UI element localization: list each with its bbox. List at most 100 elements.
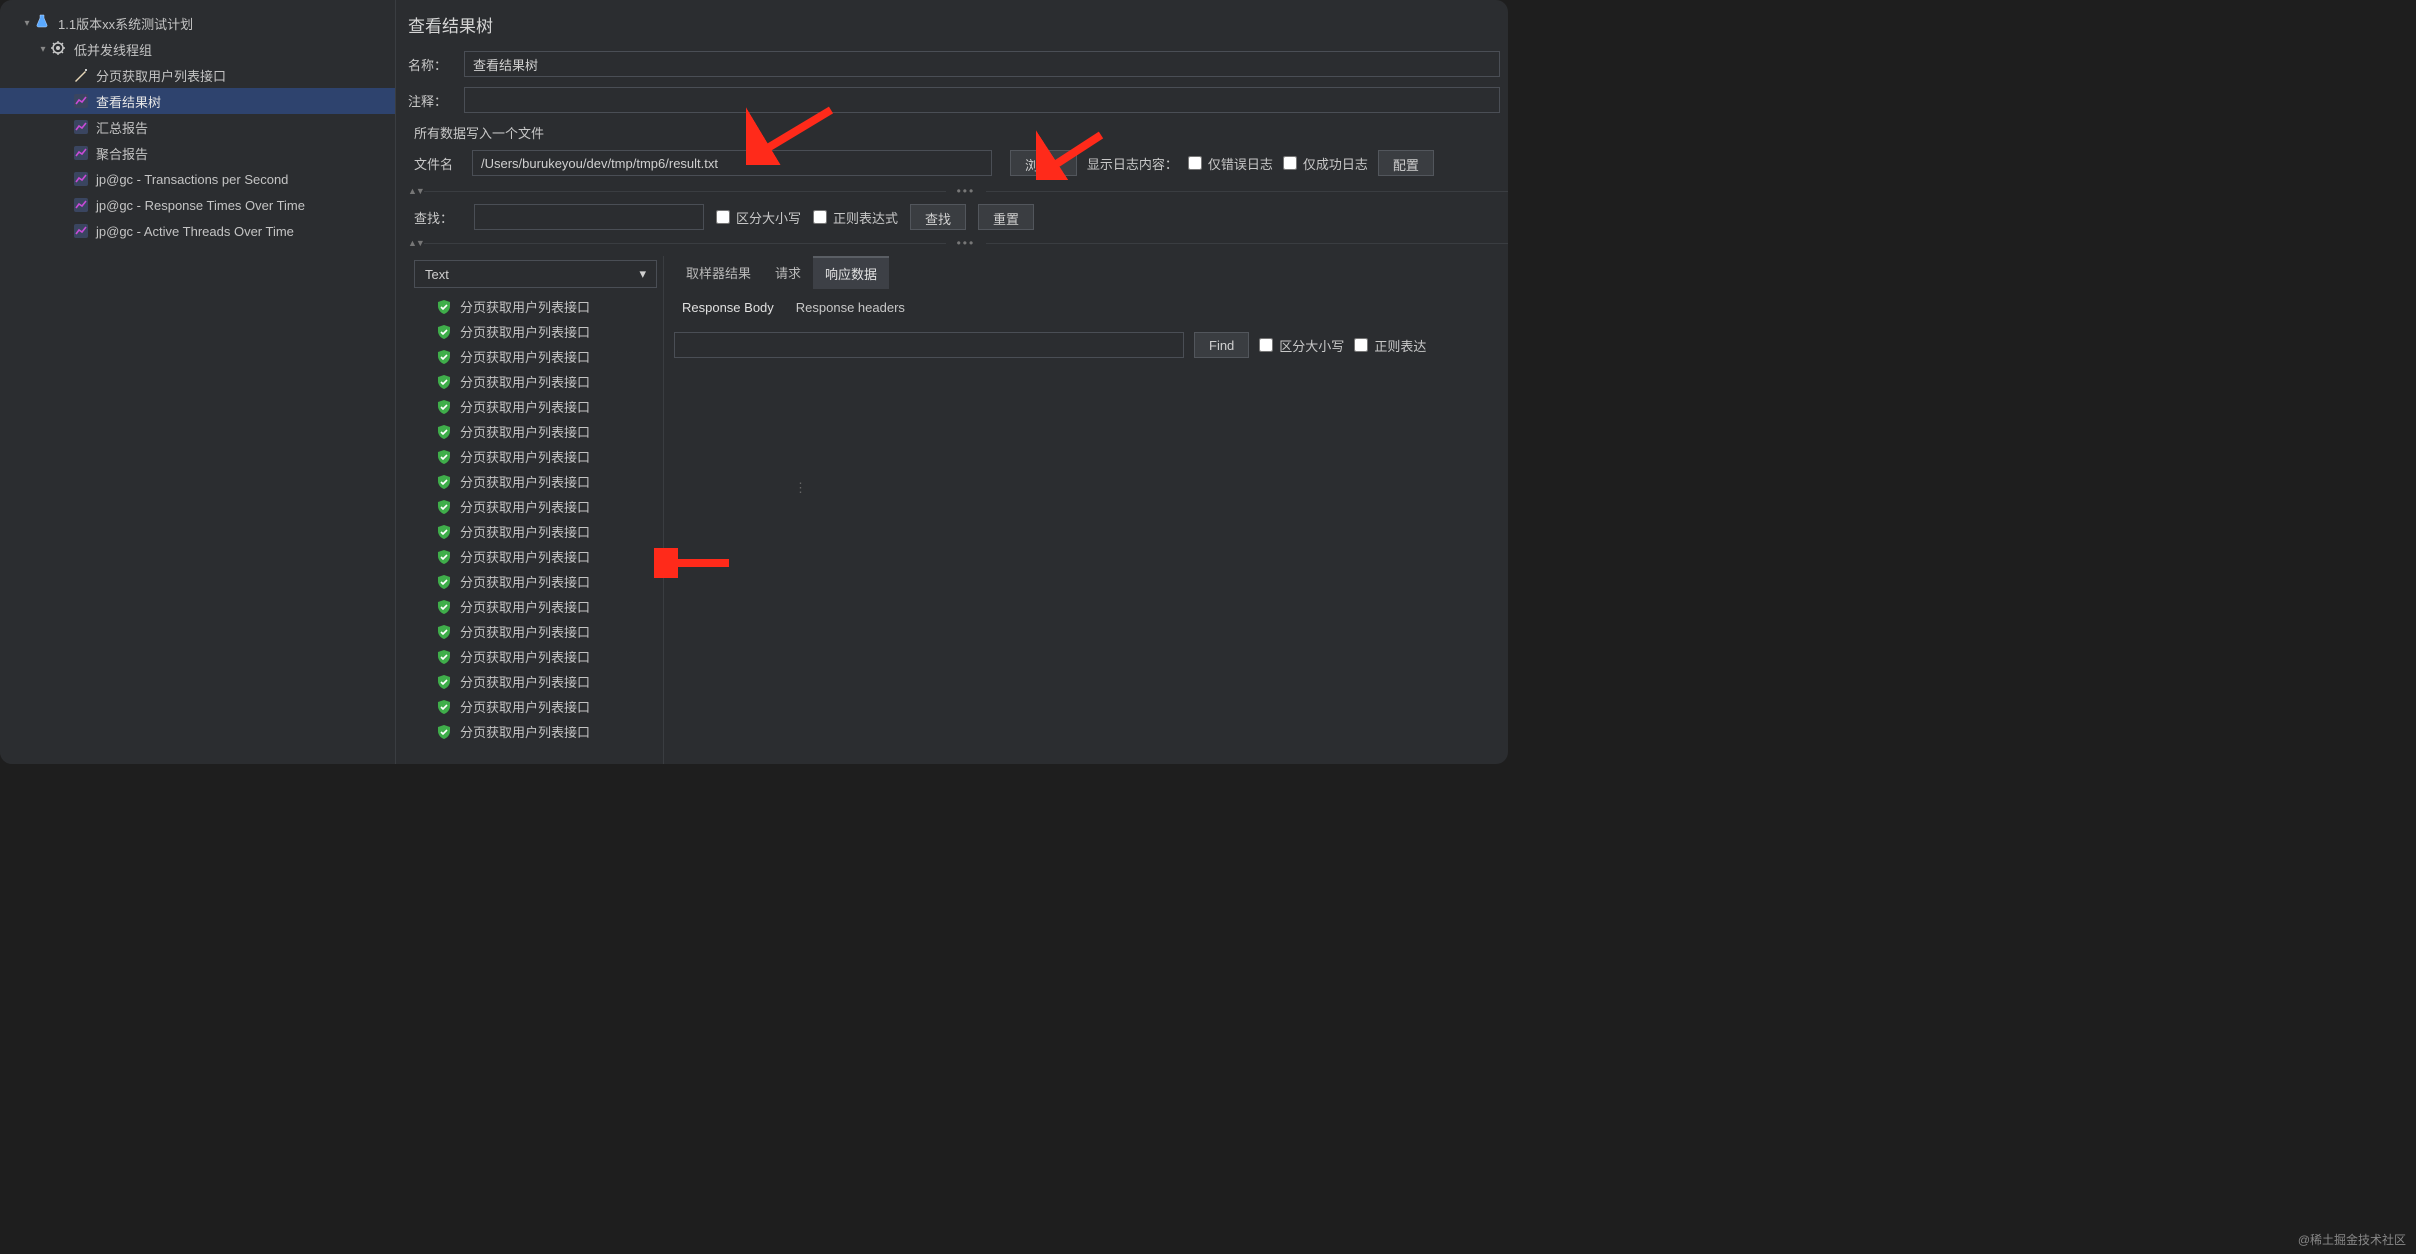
vertical-drag-handle[interactable]: ⋮ <box>661 556 674 572</box>
tree-item-listener[interactable]: jp@gc - Transactions per Second <box>0 166 395 192</box>
find-case-checkbox[interactable]: 区分大小写 <box>1259 336 1344 355</box>
tree-sidebar: ▾ 1.1版本xx系统测试计划 ▾ 低并发线程组 分页获取用户列表接口查看结果树… <box>0 0 396 764</box>
success-shield-icon <box>436 499 452 515</box>
success-shield-icon <box>436 524 452 540</box>
result-item-label: 分页获取用户列表接口 <box>460 447 590 466</box>
only-error-checkbox[interactable]: 仅错误日志 <box>1188 154 1273 173</box>
result-list[interactable]: 分页获取用户列表接口分页获取用户列表接口分页获取用户列表接口分页获取用户列表接口… <box>408 294 663 764</box>
success-shield-icon <box>436 449 452 465</box>
tree-item-listener[interactable]: jp@gc - Response Times Over Time <box>0 192 395 218</box>
only-success-checkbox[interactable]: 仅成功日志 <box>1283 154 1368 173</box>
result-item[interactable]: 分页获取用户列表接口 <box>408 319 663 344</box>
tree-root-label: 1.1版本xx系统测试计划 <box>58 14 193 33</box>
result-item[interactable]: 分页获取用户列表接口 <box>408 394 663 419</box>
tree-root[interactable]: ▾ 1.1版本xx系统测试计划 <box>0 10 395 36</box>
result-item-label: 分页获取用户列表接口 <box>460 697 590 716</box>
result-item[interactable]: 分页获取用户列表接口 <box>408 719 663 744</box>
result-item[interactable]: 分页获取用户列表接口 <box>408 419 663 444</box>
collapse-divider-2[interactable]: ▲▼ ••• <box>408 236 1508 250</box>
tree-item-view-results[interactable]: 查看结果树 <box>0 88 395 114</box>
tab-request[interactable]: 请求 <box>763 257 813 288</box>
success-shield-icon <box>436 299 452 315</box>
result-item[interactable]: 分页获取用户列表接口 <box>408 494 663 519</box>
case-sensitive-checkbox[interactable]: 区分大小写 <box>716 208 801 227</box>
tree-thread-group[interactable]: ▾ 低并发线程组 <box>0 36 395 62</box>
result-item[interactable]: 分页获取用户列表接口 <box>408 594 663 619</box>
collapse-toggle-icon[interactable]: ▲▼ <box>408 186 424 196</box>
success-shield-icon <box>436 399 452 415</box>
result-item[interactable]: 分页获取用户列表接口 <box>408 569 663 594</box>
result-item-label: 分页获取用户列表接口 <box>460 597 590 616</box>
result-item-label: 分页获取用户列表接口 <box>460 297 590 316</box>
browse-button[interactable]: 浏览... <box>1010 150 1077 176</box>
result-item[interactable]: 分页获取用户列表接口 <box>408 669 663 694</box>
expand-toggle-icon[interactable]: ▾ <box>20 18 34 29</box>
subtab-response-body[interactable]: Response Body <box>674 296 782 319</box>
reset-button[interactable]: 重置 <box>978 204 1034 230</box>
tree-item-label: 汇总报告 <box>96 118 148 137</box>
filename-input[interactable] <box>472 150 992 176</box>
tree-item-label: jp@gc - Transactions per Second <box>96 172 288 187</box>
success-shield-icon <box>436 474 452 490</box>
vertical-drag-handle[interactable]: ⋮ <box>794 480 807 496</box>
result-item-label: 分页获取用户列表接口 <box>460 522 590 541</box>
tree-item-label: 聚合报告 <box>96 144 148 163</box>
comment-label: 注释： <box>408 91 464 110</box>
search-input[interactable] <box>474 204 704 230</box>
result-item-label: 分页获取用户列表接口 <box>460 322 590 341</box>
subtab-response-headers[interactable]: Response headers <box>788 296 913 319</box>
result-item[interactable]: 分页获取用户列表接口 <box>408 694 663 719</box>
result-item-label: 分页获取用户列表接口 <box>460 547 590 566</box>
tree-item-listener[interactable]: 汇总报告 <box>0 114 395 140</box>
result-item-label: 分页获取用户列表接口 <box>460 347 590 366</box>
tree-item-listener[interactable]: jp@gc - Active Threads Over Time <box>0 218 395 244</box>
renderer-select[interactable]: Text ▾ <box>414 260 657 288</box>
configure-button[interactable]: 配置 <box>1378 150 1434 176</box>
result-item[interactable]: 分页获取用户列表接口 <box>408 519 663 544</box>
panel-title: 查看结果树 <box>408 12 1508 37</box>
regex-checkbox[interactable]: 正则表达式 <box>813 208 898 227</box>
listener-icon <box>72 92 90 110</box>
result-item-label: 分页获取用户列表接口 <box>460 647 590 666</box>
expand-toggle-icon[interactable]: ▾ <box>36 44 50 55</box>
name-input[interactable] <box>464 51 1500 77</box>
result-item[interactable]: 分页获取用户列表接口 <box>408 344 663 369</box>
collapse-toggle-icon[interactable]: ▲▼ <box>408 238 424 248</box>
result-item-label: 分页获取用户列表接口 <box>460 572 590 591</box>
search-button[interactable]: 查找 <box>910 204 966 230</box>
results-tree-panel: Text ▾ 分页获取用户列表接口分页获取用户列表接口分页获取用户列表接口分页获… <box>408 256 664 764</box>
find-button[interactable]: Find <box>1194 332 1249 358</box>
result-item[interactable]: 分页获取用户列表接口 <box>408 369 663 394</box>
tree-item-label: jp@gc - Response Times Over Time <box>96 198 305 213</box>
result-item[interactable]: 分页获取用户列表接口 <box>408 544 663 569</box>
result-item-label: 分页获取用户列表接口 <box>460 422 590 441</box>
thread-group-icon <box>50 40 68 58</box>
success-shield-icon <box>436 649 452 665</box>
comment-input[interactable] <box>464 87 1500 113</box>
find-regex-checkbox[interactable]: 正则表达 <box>1354 336 1426 355</box>
collapse-divider[interactable]: ▲▼ ••• <box>408 184 1508 198</box>
result-item[interactable]: 分页获取用户列表接口 <box>408 294 663 319</box>
result-item[interactable]: 分页获取用户列表接口 <box>408 644 663 669</box>
result-item-label: 分页获取用户列表接口 <box>460 722 590 741</box>
tree-group-label: 低并发线程组 <box>74 40 152 59</box>
tree-item-listener[interactable]: 聚合报告 <box>0 140 395 166</box>
chevron-down-icon: ▾ <box>639 266 646 282</box>
test-plan-icon <box>34 14 52 32</box>
result-item[interactable]: 分页获取用户列表接口 <box>408 469 663 494</box>
result-item[interactable]: 分页获取用户列表接口 <box>408 444 663 469</box>
sampler-icon <box>72 66 90 84</box>
tree-item-label: jp@gc - Active Threads Over Time <box>96 224 294 239</box>
result-item-label: 分页获取用户列表接口 <box>460 372 590 391</box>
tree-item-label: 查看结果树 <box>96 92 161 111</box>
find-input[interactable] <box>674 332 1184 358</box>
result-item[interactable]: 分页获取用户列表接口 <box>408 619 663 644</box>
tab-response-data[interactable]: 响应数据 <box>813 256 889 289</box>
success-shield-icon <box>436 674 452 690</box>
tree-item-sampler[interactable]: 分页获取用户列表接口 <box>0 62 395 88</box>
search-label: 查找： <box>414 208 462 227</box>
tab-sampler-result[interactable]: 取样器结果 <box>674 257 763 288</box>
result-item-label: 分页获取用户列表接口 <box>460 622 590 641</box>
success-shield-icon <box>436 624 452 640</box>
write-all-label: 所有数据写入一个文件 <box>408 123 1508 142</box>
